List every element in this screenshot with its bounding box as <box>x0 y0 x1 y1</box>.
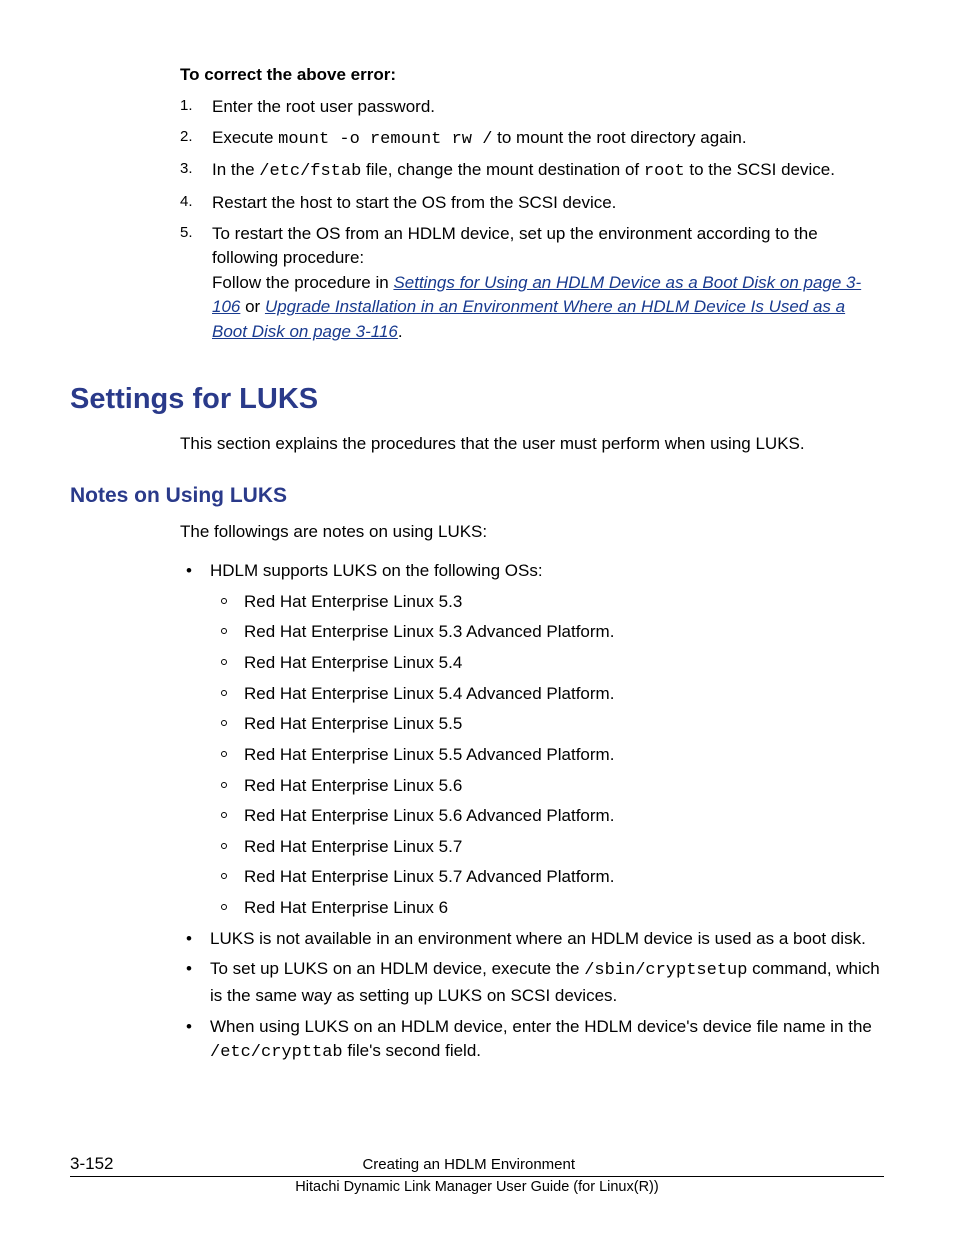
list-item: Red Hat Enterprise Linux 5.3 <box>210 590 884 615</box>
bullet-text-pre: When using LUKS on an HDLM device, enter… <box>210 1017 872 1036</box>
list-item: LUKS is not available in an environment … <box>180 927 884 952</box>
subsection-intro: The followings are notes on using LUKS: <box>180 520 884 545</box>
code-text: root <box>644 162 685 181</box>
step-text: Enter the root user password. <box>212 97 435 116</box>
follow-post: . <box>398 322 403 341</box>
list-item: When using LUKS on an HDLM device, enter… <box>180 1015 884 1066</box>
step-item: 2 Execute mount -o remount rw / to mount … <box>180 126 884 153</box>
list-item: Red Hat Enterprise Linux 5.4 <box>210 651 884 676</box>
os-name: Red Hat Enterprise Linux 5.4 Advanced Pl… <box>244 684 614 703</box>
os-name: Red Hat Enterprise Linux 6 <box>244 898 448 917</box>
luks-bullets: HDLM supports LUKS on the following OSs:… <box>180 559 884 1066</box>
os-name: Red Hat Enterprise Linux 5.6 <box>244 776 462 795</box>
list-item: Red Hat Enterprise Linux 5.5 Advanced Pl… <box>210 743 884 768</box>
page: To correct the above error: 1 Enter the r… <box>0 0 954 1235</box>
step-text: file, change the mount destination of <box>361 160 644 179</box>
os-name: Red Hat Enterprise Linux 5.7 <box>244 837 462 856</box>
page-footer: 3-152 Creating an HDLM Environment Hitac… <box>70 1154 884 1195</box>
os-name: Red Hat Enterprise Linux 5.6 Advanced Pl… <box>244 806 614 825</box>
list-item: Red Hat Enterprise Linux 6 <box>210 896 884 921</box>
list-item: Red Hat Enterprise Linux 5.4 Advanced Pl… <box>210 682 884 707</box>
xref-link-upgrade[interactable]: Upgrade Installation in an Environment W… <box>212 297 845 341</box>
subsection-heading-notes: Notes on Using LUKS <box>70 484 884 508</box>
os-name: Red Hat Enterprise Linux 5.4 <box>244 653 462 672</box>
step-number: 4 <box>180 191 193 213</box>
os-name: Red Hat Enterprise Linux 5.3 Advanced Pl… <box>244 622 614 641</box>
code-text: /etc/fstab <box>259 162 361 181</box>
bullet-text: LUKS is not available in an environment … <box>210 929 866 948</box>
code-path: /etc/crypttab <box>210 1043 343 1062</box>
step-number: 3 <box>180 158 193 180</box>
os-name: Red Hat Enterprise Linux 5.7 Advanced Pl… <box>244 867 614 886</box>
section-heading-luks: Settings for LUKS <box>70 383 884 416</box>
follow-mid: or <box>240 297 265 316</box>
error-lead: To correct the above error: <box>180 65 884 85</box>
bullet-text-post: file's second field. <box>343 1041 481 1060</box>
step-number: 1 <box>180 95 193 117</box>
step-item: 3 In the /etc/fstab file, change the moun… <box>180 158 884 185</box>
list-item: HDLM supports LUKS on the following OSs:… <box>180 559 884 921</box>
list-item: To set up LUKS on an HDLM device, execut… <box>180 957 884 1008</box>
step-text: to mount the root directory again. <box>492 128 746 147</box>
step-item: 5 To restart the OS from an HDLM device, … <box>180 222 884 345</box>
section-intro-block: This section explains the procedures tha… <box>180 432 884 457</box>
list-item: Red Hat Enterprise Linux 5.6 <box>210 774 884 799</box>
list-item: Red Hat Enterprise Linux 5.6 Advanced Pl… <box>210 804 884 829</box>
code-text: mount -o remount rw / <box>278 130 492 149</box>
footer-chapter: Creating an HDLM Environment <box>113 1156 824 1173</box>
page-number: 3-152 <box>70 1154 113 1174</box>
section-intro: This section explains the procedures tha… <box>180 432 884 457</box>
footer-doc-title: Hitachi Dynamic Link Manager User Guide … <box>70 1179 884 1195</box>
code-path: /sbin/cryptsetup <box>584 961 747 980</box>
os-name: Red Hat Enterprise Linux 5.5 <box>244 714 462 733</box>
follow-pre: Follow the procedure in <box>212 273 393 292</box>
step-number: 2 <box>180 126 193 148</box>
step-text: to the SCSI device. <box>685 160 835 179</box>
step-item: 1 Enter the root user password. <box>180 95 884 120</box>
step-text: To restart the OS from an HDLM device, s… <box>212 224 818 268</box>
os-name: Red Hat Enterprise Linux 5.3 <box>244 592 462 611</box>
step-text: Restart the host to start the OS from th… <box>212 193 616 212</box>
list-item: Red Hat Enterprise Linux 5.7 Advanced Pl… <box>210 865 884 890</box>
step-item: 4 Restart the host to start the OS from t… <box>180 191 884 216</box>
subsection-body: The followings are notes on using LUKS: … <box>180 520 884 1066</box>
os-sublist: Red Hat Enterprise Linux 5.3 Red Hat Ente… <box>210 590 884 921</box>
step-number: 5 <box>180 222 193 244</box>
bullet-text-pre: To set up LUKS on an HDLM device, execut… <box>210 959 584 978</box>
bullet-text: HDLM supports LUKS on the following OSs: <box>210 561 543 580</box>
step-text: Execute <box>212 128 278 147</box>
step-text: In the <box>212 160 259 179</box>
os-name: Red Hat Enterprise Linux 5.5 Advanced Pl… <box>244 745 614 764</box>
error-correction-block: To correct the above error: 1 Enter the r… <box>180 65 884 345</box>
list-item: Red Hat Enterprise Linux 5.7 <box>210 835 884 860</box>
list-item: Red Hat Enterprise Linux 5.5 <box>210 712 884 737</box>
list-item: Red Hat Enterprise Linux 5.3 Advanced Pl… <box>210 620 884 645</box>
footer-top-row: 3-152 Creating an HDLM Environment <box>70 1154 884 1177</box>
steps-list: 1 Enter the root user password. 2 Execute m… <box>180 95 884 345</box>
